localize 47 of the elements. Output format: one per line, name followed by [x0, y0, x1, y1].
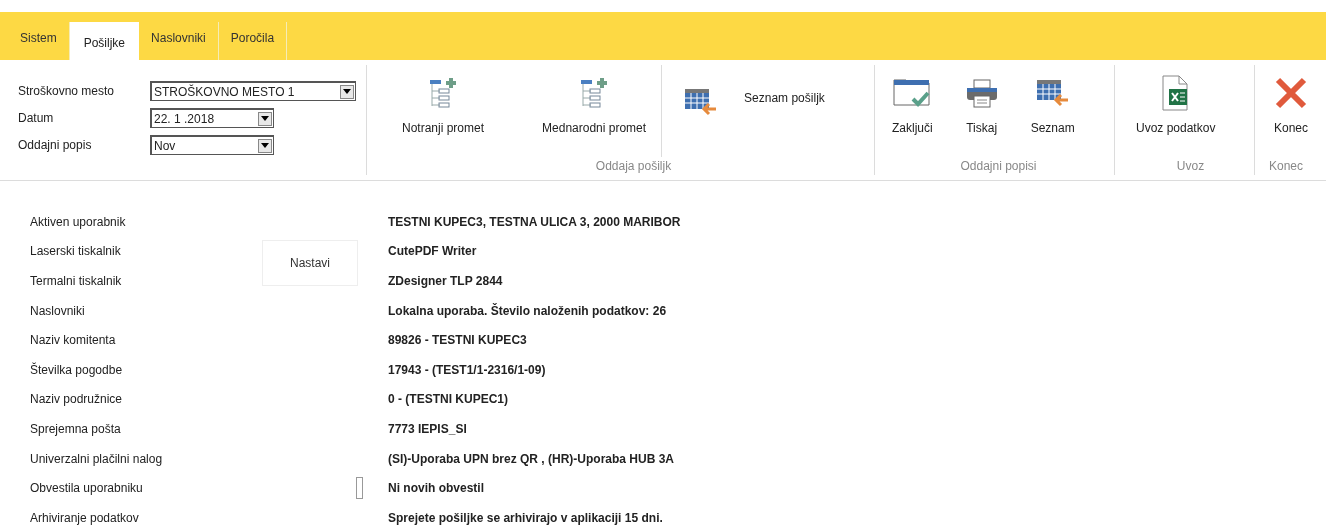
info-label: Arhiviranje podatkov	[30, 509, 139, 527]
info-value: (SI)-Uporaba UPN brez QR , (HR)-Uporaba HUB 3A	[387, 450, 674, 468]
dropdown[interactable]: STROŠKOVNO MESTO 1	[150, 81, 356, 101]
ribbon-button[interactable]: Konec	[1263, 65, 1319, 157]
group-label: Konec	[1268, 158, 1305, 175]
group-label: Uvoz	[1175, 158, 1206, 175]
info-value: ZDesigner TLP 2844	[387, 273, 503, 290]
field-label: Datum	[18, 110, 55, 127]
info-value: 17943 - (TEST1/1-2316/1-09)	[387, 361, 546, 379]
ribbon-button[interactable]: Uvoz podatkov	[1127, 65, 1225, 157]
info-label: Naslovniki	[30, 302, 85, 320]
group-label: Oddajni popisi	[959, 158, 1038, 175]
ribbon-button[interactable]: Tiskaj	[953, 65, 1010, 157]
info-value: TESTNI KUPEC3, TESTNA ULICA 3, 2000 MARIBOR	[387, 213, 681, 231]
tab[interactable]: Naslovniki	[139, 22, 219, 60]
settings-button[interactable]: Nastavi	[262, 240, 358, 286]
tab[interactable]: Poročila	[218, 22, 288, 60]
info-value: 89826 - TESTNI KUPEC3	[387, 332, 527, 350]
spreadsheet-icon	[1160, 73, 1191, 113]
tab[interactable]: Sistem	[8, 22, 70, 60]
info-value: Ni novih obvestil	[387, 480, 484, 498]
info-label: Naziv podružnice	[30, 391, 123, 409]
info-label: Številka pogodbe	[30, 361, 123, 379]
field-label: Stroškovno mesto	[18, 83, 116, 100]
info-value: CutePDF Writer	[387, 243, 477, 261]
ribbon-button[interactable]: Notranji promet	[393, 65, 494, 157]
info-value: 7773 IEPIS_SI	[387, 420, 467, 438]
info-label: Univerzalni plačilni nalog	[30, 450, 163, 468]
ribbon-button[interactable]: Seznam	[1021, 65, 1084, 157]
info-label: Obvestila uporabniku	[30, 480, 143, 498]
info-label: Naziv komitenta	[30, 332, 116, 350]
ribbon-button[interactable]: Zaključi	[883, 65, 942, 157]
dropdown[interactable]: Nov	[150, 135, 274, 155]
ribbon-button[interactable]: Mednarodni promet	[533, 65, 656, 157]
info-label: Aktiven uporabnik	[30, 213, 126, 231]
tab[interactable]: Pošiljke	[69, 22, 140, 60]
info-label: Termalni tiskalnik	[30, 273, 122, 290]
info-value: Sprejete pošiljke se arhivirajo v aplikaciji 15 dni.	[387, 509, 663, 527]
info-value: 0 - (TESTNI KUPEC1)	[387, 391, 508, 409]
group-label: Oddaja pošiljk	[594, 158, 673, 175]
info-label: Sprejemna pošta	[30, 420, 121, 438]
grid-arrow-icon	[684, 87, 719, 117]
info-value: Lokalna uporaba. Število naloženih podatkov: 26	[387, 302, 667, 320]
field-label: Oddajni popis	[18, 137, 93, 154]
ribbon-button[interactable]: Seznam pošiljk	[661, 65, 849, 157]
dropdown[interactable]: 22. 1 .2018	[150, 108, 274, 128]
info-label: Laserski tiskalnik	[30, 243, 121, 261]
